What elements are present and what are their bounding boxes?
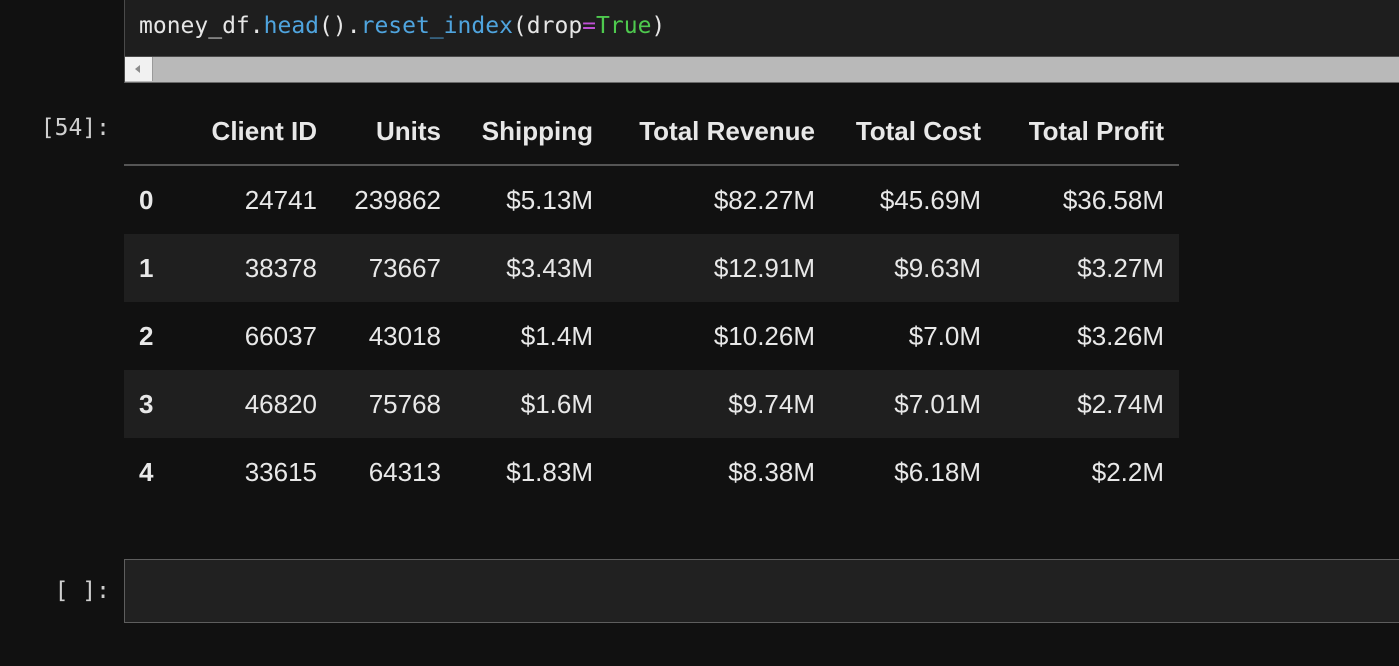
row-index: 0 xyxy=(139,184,154,215)
input-prompt: [ ]: xyxy=(54,578,110,604)
horizontal-scrollbar[interactable] xyxy=(124,57,1399,83)
empty-code-cell-editor[interactable] xyxy=(124,559,1399,623)
cell-total-revenue: $82.27M xyxy=(713,184,815,215)
code-token-equals: = xyxy=(582,13,597,39)
cell-total-profit: $3.26M xyxy=(1077,320,1164,351)
column-header-total-cost: Total Cost xyxy=(830,99,996,166)
cell-shipping: $1.83M xyxy=(506,456,593,487)
column-header-total-profit: Total Profit xyxy=(996,99,1179,166)
table-row: 2 66037 43018 $1.4M $10.26M $7.0M $3.26M xyxy=(124,302,1179,370)
cell-total-cost: $7.0M xyxy=(908,320,981,351)
cell-units: 75768 xyxy=(368,388,441,419)
cell-total-revenue: $10.26M xyxy=(713,320,815,351)
cell-client-id: 33615 xyxy=(244,456,317,487)
cell-shipping: $5.13M xyxy=(506,184,593,215)
cell-total-cost: $7.01M xyxy=(894,388,981,419)
code-token-close-paren: ) xyxy=(651,13,666,39)
cell-client-id: 66037 xyxy=(244,320,317,351)
cell-units: 73667 xyxy=(368,252,441,283)
column-header-units: Units xyxy=(332,99,456,166)
table-row: 1 38378 73667 $3.43M $12.91M $9.63M $3.2… xyxy=(124,234,1179,302)
code-token-function-reset-index: reset_index xyxy=(360,13,513,39)
cell-total-profit: $2.2M xyxy=(1091,456,1164,487)
column-header-shipping: Shipping xyxy=(456,99,608,166)
row-index: 1 xyxy=(139,252,154,283)
cell-client-id: 46820 xyxy=(244,388,317,419)
code-token-open-paren: ( xyxy=(512,13,527,39)
cell-total-cost: $45.69M xyxy=(879,184,981,215)
cell-units: 64313 xyxy=(368,456,441,487)
cell-total-profit: $36.58M xyxy=(1062,184,1164,215)
cell-total-revenue: $9.74M xyxy=(728,388,815,419)
column-header-index xyxy=(124,99,184,166)
cell-client-id: 24741 xyxy=(244,184,317,215)
table-header-row: Client ID Units Shipping Total Revenue T… xyxy=(124,99,1179,166)
cell-units: 239862 xyxy=(354,184,441,215)
scroll-left-arrow-icon[interactable] xyxy=(125,57,153,81)
cell-total-revenue: $12.91M xyxy=(713,252,815,283)
cell-shipping: $1.4M xyxy=(520,320,593,351)
cell-total-profit: $2.74M xyxy=(1077,388,1164,419)
output-prompt: [54]: xyxy=(40,115,110,141)
cell-units: 43018 xyxy=(368,320,441,351)
code-token-parens: () xyxy=(319,13,347,39)
table-row: 0 24741 239862 $5.13M $82.27M $45.69M $3… xyxy=(124,165,1179,234)
code-token-dot: . xyxy=(346,13,361,39)
row-index: 2 xyxy=(139,320,154,351)
cell-shipping: $3.43M xyxy=(506,252,593,283)
cell-total-cost: $9.63M xyxy=(894,252,981,283)
code-token-dot: . xyxy=(249,13,264,39)
cell-client-id: 38378 xyxy=(244,252,317,283)
cell-total-profit: $3.27M xyxy=(1077,252,1164,283)
dataframe-table: Client ID Units Shipping Total Revenue T… xyxy=(124,99,1179,506)
code-token-argument: drop xyxy=(526,13,583,39)
column-header-total-revenue: Total Revenue xyxy=(608,99,830,166)
code-line[interactable]: money_df.head().reset_index(drop=True) xyxy=(139,11,665,41)
column-header-client-id: Client ID xyxy=(184,99,332,166)
row-index: 3 xyxy=(139,388,154,419)
cell-shipping: $1.6M xyxy=(520,388,593,419)
cell-total-revenue: $8.38M xyxy=(728,456,815,487)
code-token-variable: money_df xyxy=(139,13,250,39)
code-token-keyword-true: True xyxy=(596,13,652,39)
table-row: 3 46820 75768 $1.6M $9.74M $7.01M $2.74M xyxy=(124,370,1179,438)
row-index: 4 xyxy=(139,456,154,487)
cell-total-cost: $6.18M xyxy=(894,456,981,487)
code-token-function-head: head xyxy=(263,13,320,39)
code-cell-editor[interactable]: money_df.head().reset_index(drop=True) xyxy=(124,0,1399,57)
table-row: 4 33615 64313 $1.83M $8.38M $6.18M $2.2M xyxy=(124,438,1179,506)
